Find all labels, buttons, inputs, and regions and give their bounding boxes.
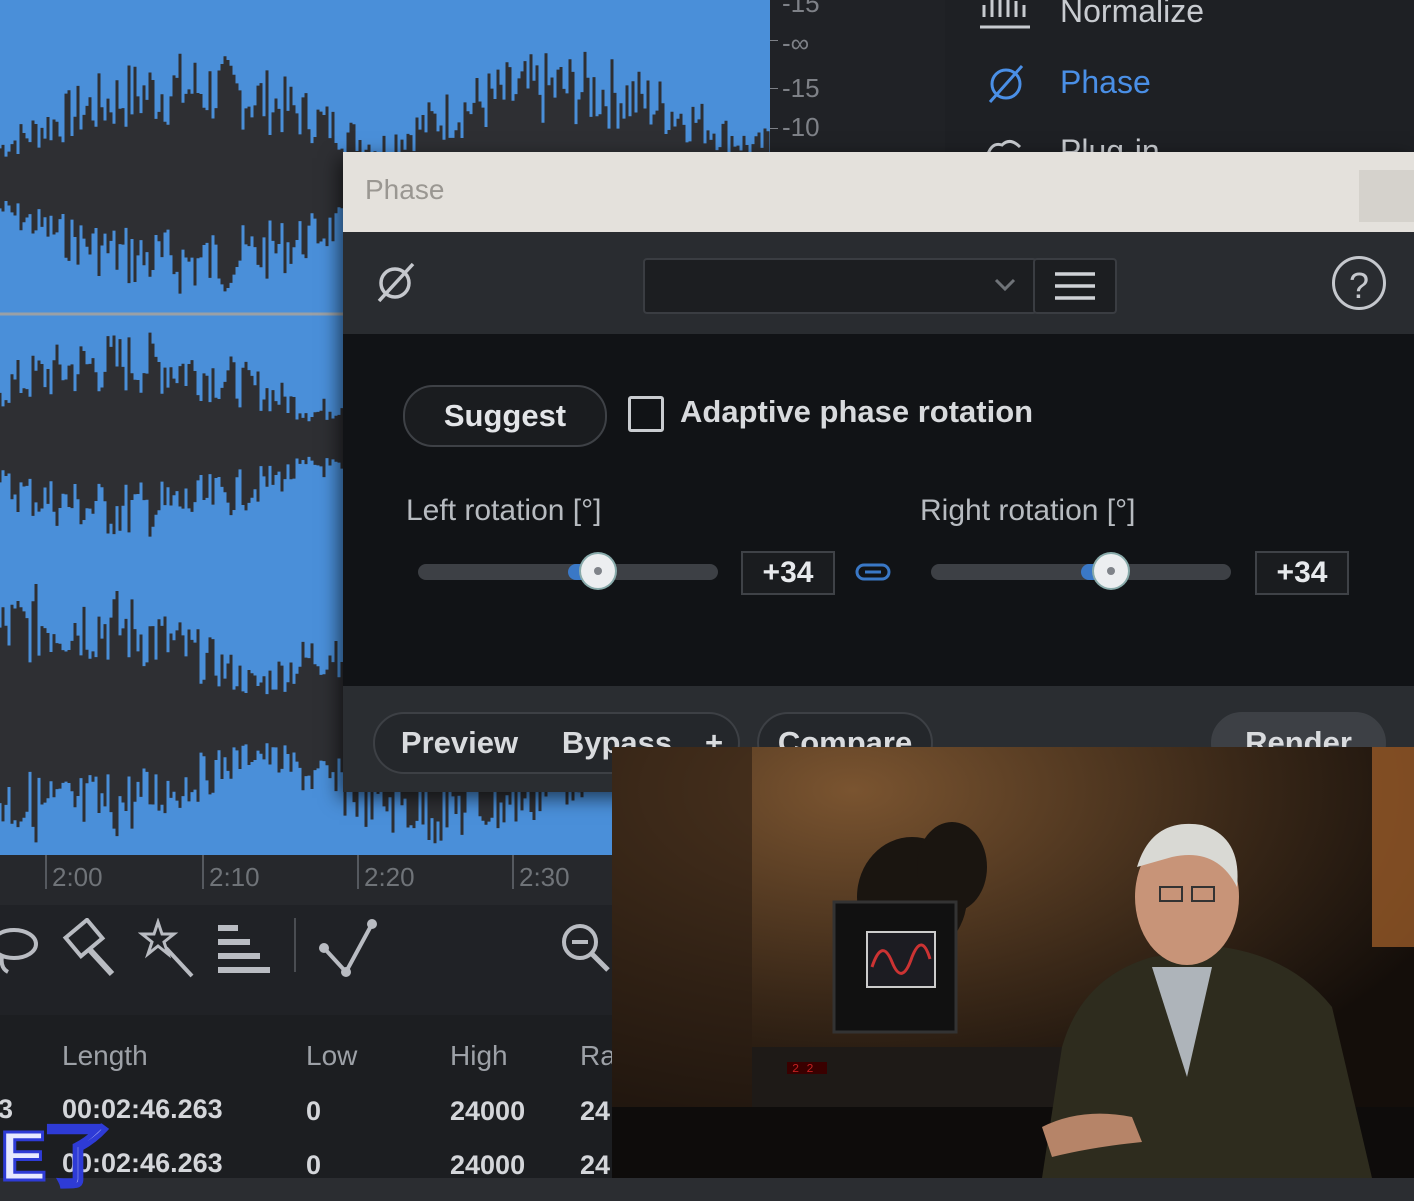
zoom-out-icon[interactable] [558,918,618,978]
table-cell: 0 [306,1096,322,1126]
db-label: -10 [782,112,820,142]
brush-icon[interactable] [60,918,120,978]
db-tick [770,40,778,41]
normalize-icon [980,0,1030,29]
module-label: Normalize [1060,0,1205,29]
dialog-titlebar[interactable]: Phase [343,152,1414,232]
adaptive-phase-label: Adaptive phase rotation [680,394,1034,429]
table-cell: 0 [306,1150,322,1180]
left-rotation-label: Left rotation [°] [406,494,602,527]
envelope-tool-icon[interactable] [318,918,378,978]
db-label: -∞ [782,28,810,58]
video-subtitle: E了 [0,1116,114,1197]
db-tick [770,88,778,89]
magic-wand-icon[interactable] [138,918,198,978]
studio-photo: 2 2 [612,747,1414,1178]
harmonic-select-icon[interactable] [214,918,274,978]
db-label: -15 [782,0,820,18]
table-cell: 24000 [450,1150,526,1180]
suggest-button[interactable]: Suggest [403,385,607,447]
timeline-label: 2:30 [519,862,570,892]
lasso-icon[interactable] [0,918,48,978]
toolbar-divider [294,918,296,972]
phase-dialog: Phase ? Suggest Adaptive phase rotation … [343,152,1414,792]
hamburger-icon [1055,272,1095,300]
right-rotation-value[interactable]: +34 [1255,551,1349,595]
link-icon[interactable] [855,560,891,584]
preset-menu-button[interactable] [1033,258,1117,314]
module-normalize[interactable]: Normalize [980,0,1204,36]
preview-button[interactable]: Preview [373,712,546,774]
module-label: Phase [1060,63,1151,100]
timeline-tick [512,855,514,889]
table-cell: 24000 [450,1096,526,1126]
table-cell: 24 [580,1150,611,1180]
phase-icon [377,262,415,303]
timeline-label: 2:00 [52,862,103,892]
table-cell: 24 [580,1096,611,1126]
timeline-tick [45,855,47,889]
svg-text:2 2: 2 2 [792,1062,814,1076]
slider-handle[interactable] [1094,554,1128,588]
table-header: Low [306,1040,358,1071]
slider-handle[interactable] [581,554,615,588]
close-button[interactable] [1359,170,1414,222]
adaptive-phase-checkbox[interactable] [628,396,664,432]
phase-icon [988,65,1024,103]
chevron-down-icon [994,278,1016,292]
timeline-tick [357,855,359,889]
table-header: Ra [580,1040,616,1071]
dialog-title: Phase [365,174,445,205]
video-overlay: 2 2 [612,747,1414,1178]
right-rotation-slider[interactable] [931,554,1231,588]
left-rotation-value[interactable]: +34 [741,551,835,595]
dialog-body: Suggest Adaptive phase rotation Left rot… [343,334,1414,686]
db-tick [770,128,778,129]
table-header: Length [62,1040,148,1071]
left-rotation-slider[interactable] [418,554,718,588]
dialog-header: ? [343,232,1414,334]
db-label: -15 [782,73,820,103]
table-header: High [450,1040,508,1071]
right-rotation-label: Right rotation [°] [920,494,1136,527]
timeline-label: 2:10 [209,862,260,892]
help-button[interactable]: ? [1332,256,1386,310]
timeline-tick [202,855,204,889]
preset-dropdown[interactable] [643,258,1037,314]
module-phase[interactable]: Phase [980,57,1151,107]
timeline-label: 2:20 [364,862,415,892]
